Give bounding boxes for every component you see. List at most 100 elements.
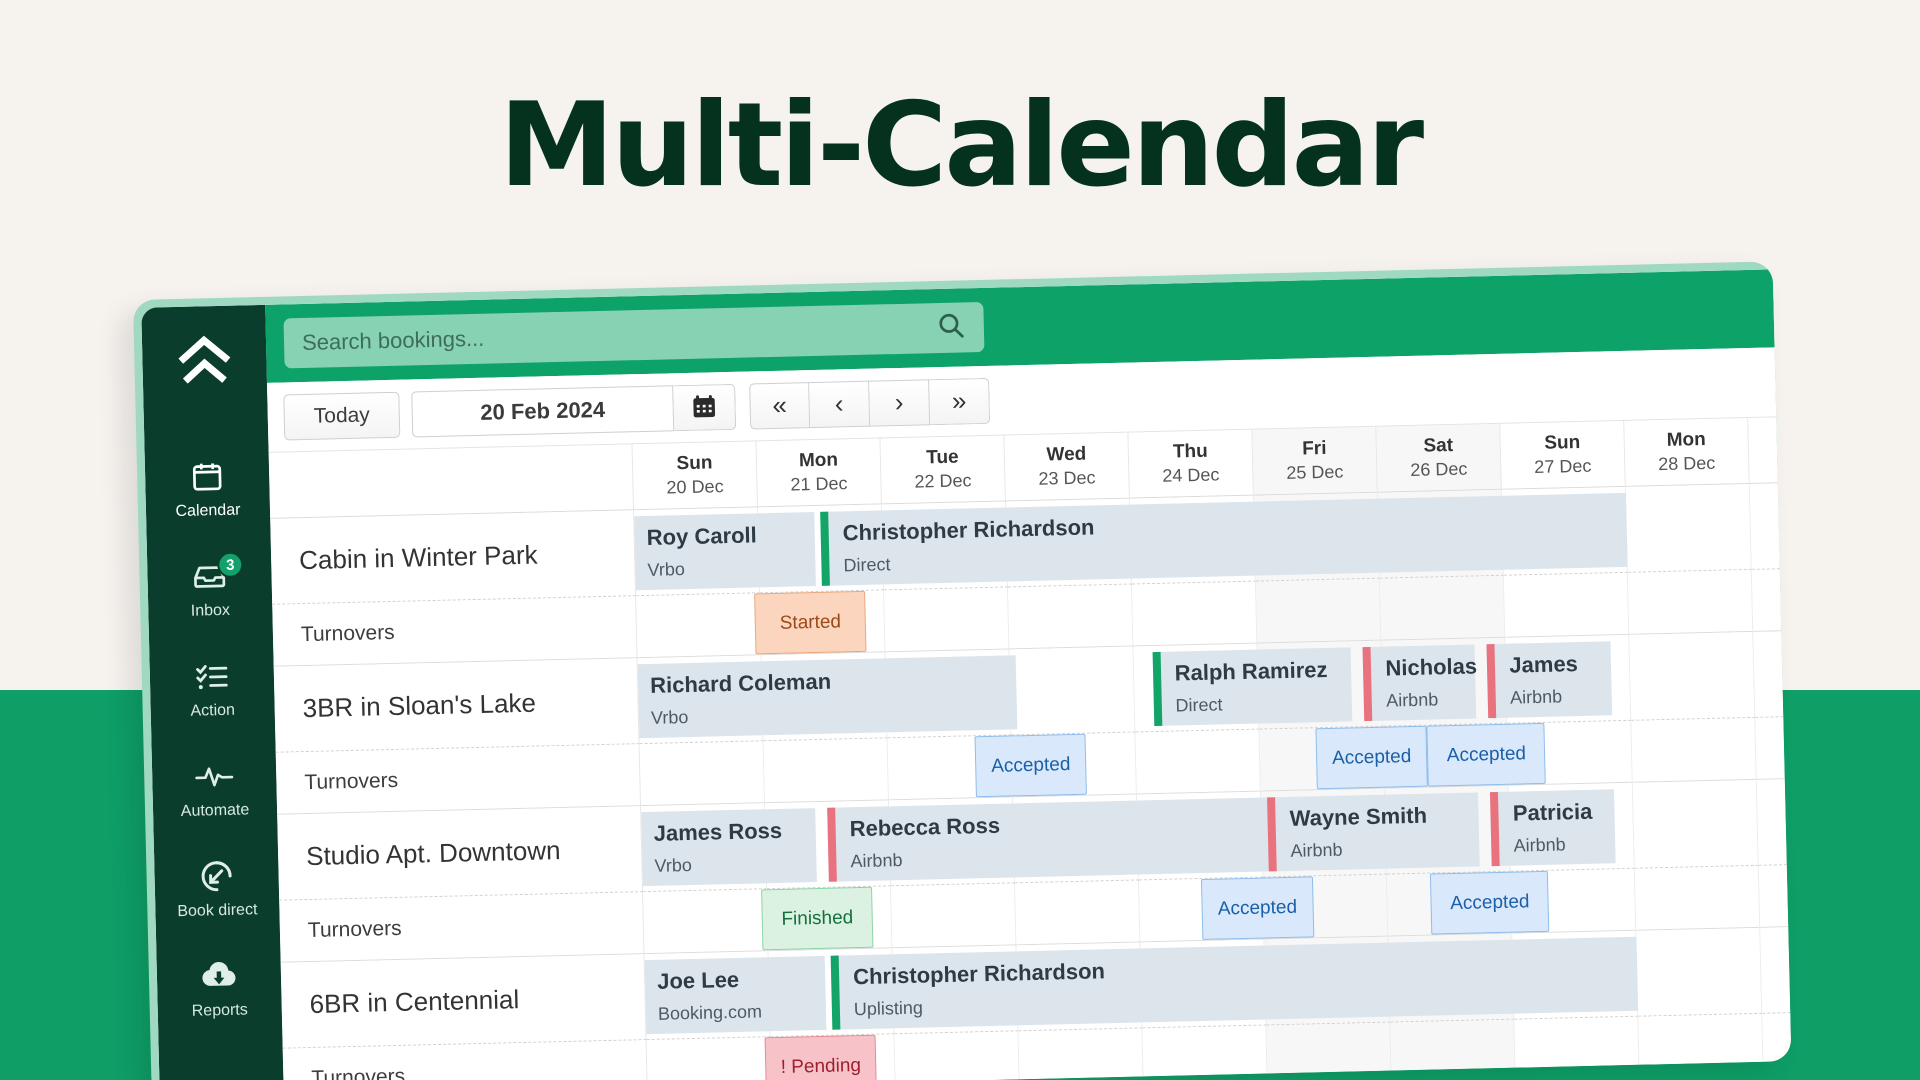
turnover-cell[interactable] <box>1634 865 1761 931</box>
app-logo-icon[interactable] <box>173 332 237 400</box>
booking-channel: Airbnb <box>1509 686 1563 708</box>
turnover-cell[interactable] <box>763 738 889 804</box>
app-window: Calendar 3 Inbox Action Automate Book di… <box>133 261 1792 1080</box>
turnover-cell[interactable] <box>1379 575 1506 641</box>
turnover-cell[interactable] <box>1142 1025 1268 1080</box>
main-area: Search bookings... Today 20 Feb 2024 « ‹… <box>265 269 1792 1080</box>
calendar-cell[interactable] <box>1632 779 1759 869</box>
day-header[interactable]: Thu 24 Dec <box>1128 429 1254 499</box>
day-header[interactable]: Sun 20 Dec <box>632 441 759 511</box>
turnover-cell[interactable] <box>884 587 1010 653</box>
calendar-cell[interactable] <box>1625 483 1752 573</box>
sidebar-label: Reports <box>191 1001 248 1020</box>
booking-bar[interactable]: Roy Caroll Vrbo <box>634 512 816 591</box>
day-of-week: Sun <box>1544 431 1581 454</box>
booking-bar[interactable]: Ralph Ramirez Direct <box>1152 647 1353 727</box>
turnover-status-chip[interactable]: Accepted <box>1426 722 1546 787</box>
turnover-cell[interactable] <box>1631 717 1757 783</box>
turnover-status-chip[interactable]: Accepted <box>1315 725 1429 790</box>
sidebar-label: Inbox <box>190 601 231 620</box>
calendar-cell[interactable] <box>1749 481 1792 570</box>
sidebar-item-calendar[interactable]: Calendar <box>144 444 270 531</box>
property-name[interactable]: 6BR in Centennial <box>280 954 647 1049</box>
sidebar-item-inbox[interactable]: 3 Inbox <box>147 544 273 631</box>
day-of-week: Mon <box>1666 428 1706 451</box>
calendar-cell[interactable] <box>1636 927 1763 1017</box>
turnover-cell[interactable] <box>643 889 769 955</box>
guest-name: Richard Coleman <box>649 668 832 698</box>
turnover-status-chip[interactable]: Accepted <box>1200 876 1314 940</box>
date-navigation-group: « ‹ › » <box>749 377 991 429</box>
sidebar-item-book-direct[interactable]: Book direct <box>154 844 280 931</box>
turnover-cell[interactable] <box>1135 729 1261 795</box>
nav-last-button[interactable]: » <box>929 377 991 425</box>
property-name[interactable]: 3BR in Sloan's Lake <box>273 658 640 753</box>
day-date: 29 Dec <box>1781 450 1792 472</box>
booking-bar[interactable]: Patricia Airbnb <box>1490 789 1617 867</box>
turnover-cell[interactable] <box>1758 862 1792 928</box>
guest-name: Wayne Smith <box>1289 802 1428 831</box>
sidebar-item-automate[interactable]: Automate <box>152 744 278 831</box>
sidebar-item-action[interactable]: Action <box>149 644 275 731</box>
day-header[interactable]: Mon 28 Dec <box>1624 417 1750 487</box>
page-title: Multi-Calendar <box>498 78 1424 213</box>
sidebar-label: Book direct <box>177 901 258 921</box>
day-date: 23 Dec <box>1038 467 1096 489</box>
turnover-status-chip[interactable]: Accepted <box>1430 870 1550 935</box>
turnover-status-chip[interactable]: Finished <box>760 886 874 951</box>
turnover-cell[interactable] <box>636 593 762 659</box>
turnover-cell[interactable] <box>1751 567 1792 632</box>
calendar-picker-icon[interactable] <box>673 383 737 431</box>
search-input[interactable]: Search bookings... <box>283 301 985 369</box>
booking-bar[interactable]: Wayne Smith Airbnb <box>1267 792 1480 872</box>
day-header[interactable]: Sat 26 Dec <box>1376 423 1502 493</box>
today-button[interactable]: Today <box>283 391 401 440</box>
turnover-status-chip[interactable]: Accepted <box>974 733 1088 798</box>
booking-channel: Vrbo <box>647 559 686 580</box>
booking-bar[interactable]: Richard Coleman Vrbo <box>637 655 1018 739</box>
calendar-cell[interactable] <box>1629 631 1756 721</box>
booking-bar[interactable]: Rebecca Ross Airbnb <box>827 796 1288 882</box>
booking-bar[interactable]: Joe Lee Booking.com <box>644 955 827 1035</box>
booking-bar[interactable]: James Ross Vrbo <box>641 808 817 887</box>
turnover-cell[interactable] <box>646 1037 773 1080</box>
day-of-week: Wed <box>1046 443 1087 466</box>
day-of-week: Sat <box>1423 434 1454 457</box>
turnover-cell[interactable] <box>1503 572 1630 638</box>
turnover-cell[interactable] <box>1014 880 1141 946</box>
booking-channel: Vrbo <box>650 707 689 728</box>
turnover-cell[interactable] <box>1627 569 1754 635</box>
sidebar-label: Automate <box>180 801 250 821</box>
booking-bar[interactable]: Nicholas Airbnb <box>1362 644 1477 722</box>
turnover-cell[interactable] <box>639 741 766 807</box>
current-date-display[interactable]: 20 Feb 2024 <box>411 384 675 437</box>
property-name[interactable]: Cabin in Winter Park <box>270 510 637 605</box>
calendar-icon <box>190 458 225 495</box>
channel-stripe <box>1486 644 1497 719</box>
property-name[interactable]: Studio Apt. Downtown <box>277 806 644 901</box>
day-header[interactable]: Fri 25 Dec <box>1252 426 1378 496</box>
booking-bar[interactable]: James Airbnb <box>1486 641 1613 719</box>
search-icon[interactable] <box>935 310 966 346</box>
day-header[interactable]: Wed 23 Dec <box>1004 432 1130 502</box>
turnover-cell[interactable] <box>1008 584 1134 650</box>
day-header[interactable]: Sun 27 Dec <box>1500 420 1626 490</box>
turnover-cell[interactable] <box>894 1031 1020 1080</box>
sidebar-item-reports[interactable]: Reports <box>156 944 282 1031</box>
day-header[interactable]: Mon 21 Dec <box>756 438 883 508</box>
turnover-cell[interactable] <box>1255 578 1382 644</box>
day-header[interactable]: Tue 22 Dec <box>880 435 1006 505</box>
turnover-cell[interactable] <box>1018 1028 1144 1080</box>
nav-first-button[interactable]: « <box>749 381 811 429</box>
day-of-week: Thu <box>1172 440 1209 463</box>
turnover-cell[interactable] <box>891 883 1017 949</box>
calendar-cell[interactable] <box>1760 924 1792 1014</box>
checklist-icon <box>194 658 229 695</box>
nav-prev-button[interactable]: ‹ <box>809 380 871 428</box>
turnover-status-chip[interactable]: ! Pending <box>764 1034 878 1080</box>
turnover-cell[interactable] <box>1131 581 1258 647</box>
calendar-cell[interactable] <box>1009 646 1136 736</box>
nav-next-button[interactable]: › <box>869 378 931 427</box>
turnover-status-chip[interactable]: Started <box>753 590 867 655</box>
day-header[interactable]: Tue29 Dec <box>1748 417 1792 484</box>
